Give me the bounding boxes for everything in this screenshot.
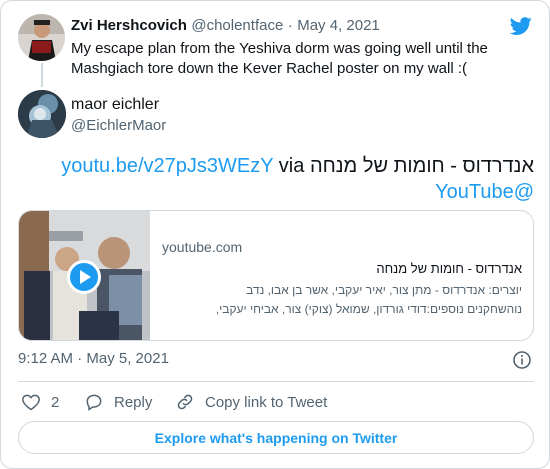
tweet-link[interactable]: youtu.be/v27pJs3WEzY	[61, 155, 273, 177]
heart-icon	[22, 394, 40, 411]
link-preview-description: יוצרים: אנדרדוס - מתן צור, יאיר יעקבי, א…	[162, 281, 522, 319]
link-preview-text: youtube.com אנדרדוס - חומות של מנחה יוצר…	[162, 211, 522, 340]
explore-twitter-button[interactable]: Explore what's happening on Twitter	[18, 421, 534, 454]
play-icon[interactable]	[67, 260, 101, 294]
thread-connector	[41, 63, 43, 87]
copy-link-button[interactable]: Copy link to Tweet	[175, 391, 327, 413]
parent-header: Zvi Hershcovich @cholentface · May 4, 20…	[71, 17, 380, 35]
parent-date[interactable]: May 4, 2021	[297, 17, 380, 34]
tweet-timestamp[interactable]: 9:12 AM · May 5, 2021	[18, 350, 169, 367]
author-avatar-image	[18, 90, 66, 138]
info-icon[interactable]	[512, 350, 532, 370]
play-triangle	[80, 270, 91, 284]
link-preview-domain: youtube.com	[162, 239, 243, 255]
like-button[interactable]: 2	[21, 391, 59, 413]
parent-avatar-image	[18, 14, 65, 61]
link-preview-description-line1: יוצרים: אנדרדוס - מתן צור, יאיר יעקבי, א…	[246, 283, 522, 297]
link-icon	[177, 394, 193, 410]
copy-link-label: Copy link to Tweet	[205, 393, 328, 411]
tweet-via: via	[278, 155, 305, 177]
link-preview-card[interactable]: youtube.com אנדרדוס - חומות של מנחה יוצר…	[18, 210, 534, 341]
youtube-mention[interactable]: @YouTube	[435, 181, 534, 203]
author-handle[interactable]: @EichlerMaor	[71, 117, 166, 134]
parent-author-name[interactable]: Zvi Hershcovich	[71, 17, 187, 34]
like-count: 2	[51, 393, 60, 411]
reply-icon	[86, 394, 102, 411]
reply-label: Reply	[114, 393, 153, 411]
author-avatar[interactable]	[18, 90, 66, 138]
separator-dot: ·	[287, 17, 293, 34]
parent-author-avatar[interactable]	[18, 14, 65, 61]
twitter-bird-icon[interactable]	[509, 15, 533, 37]
author-name[interactable]: maor eichler	[71, 96, 159, 114]
link-preview-description-line2: נוהשחקנים נוספים:דודי גורדון, שמואל (צוק…	[215, 302, 522, 316]
link-preview-title: אנדרדוס - חומות של מנחה	[376, 261, 522, 276]
tweet-text: אנדרדוס - חומות של מנחה youtu.be/v27pJs3…	[21, 153, 534, 205]
video-thumbnail[interactable]	[19, 211, 150, 340]
divider	[18, 381, 534, 382]
tweet-embed-card: Zvi Hershcovich @cholentface · May 4, 20…	[0, 0, 550, 469]
parent-tweet-text: My escape plan from the Yeshiva dorm was…	[71, 40, 488, 77]
reply-button[interactable]: Reply	[84, 391, 152, 413]
parent-author-handle[interactable]: @cholentface	[191, 17, 283, 34]
tweet-text-title: אנדרדוס - חומות של מנחה	[309, 155, 534, 177]
